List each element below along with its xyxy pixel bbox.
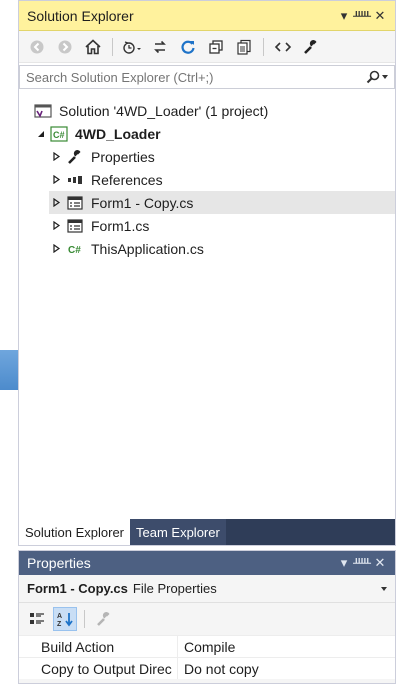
solution-tree: Solution '4WD_Loader' (1 project) C# 4WD…	[19, 89, 395, 260]
close-icon[interactable]: ✕	[371, 555, 389, 571]
toolbar-separator	[84, 610, 85, 628]
tree-node-solution[interactable]: Solution '4WD_Loader' (1 project)	[33, 99, 395, 122]
solution-explorer-toolbar	[19, 31, 395, 63]
window-position-dropdown[interactable]: ▾	[335, 555, 353, 571]
expanded-arrow-icon[interactable]	[33, 130, 49, 138]
tree-item-label: ThisApplication.cs	[91, 240, 204, 257]
collapse-all-icon[interactable]	[204, 35, 228, 59]
back-icon[interactable]	[25, 35, 49, 59]
solution-explorer-title: Solution Explorer	[27, 7, 134, 24]
collapsed-arrow-icon[interactable]	[49, 152, 65, 161]
tree-item-selected[interactable]: Form1 - Copy.cs	[49, 191, 395, 214]
toolbar-separator	[263, 37, 264, 56]
solution-icon	[33, 103, 53, 119]
properties-titlebar: Properties ▾ ᚊ ✕	[19, 551, 395, 575]
search-icon	[366, 70, 380, 84]
wrench-icon	[65, 149, 85, 165]
tree-item[interactable]: Form1.cs	[49, 214, 395, 237]
solution-explorer-panel: Solution Explorer ▾ ᚊ ✕ Search Solution …	[18, 0, 396, 546]
toolbar-separator	[112, 37, 113, 56]
search-options[interactable]	[362, 70, 388, 84]
properties-panel: Properties ▾ ᚊ ✕ Form1 - Copy.cs File Pr…	[18, 550, 396, 684]
collapsed-arrow-icon[interactable]	[49, 244, 65, 253]
tree-node-project[interactable]: C# 4WD_Loader	[33, 122, 395, 145]
collapsed-arrow-icon[interactable]	[49, 221, 65, 230]
svg-text:Z: Z	[57, 621, 62, 627]
property-pages-wrench-icon[interactable]	[92, 607, 116, 631]
object-type: File Properties	[132, 581, 217, 596]
form-icon	[65, 218, 85, 234]
references-icon	[65, 172, 85, 188]
tree-item[interactable]: References	[49, 168, 395, 191]
csharp-project-icon: C#	[49, 125, 69, 142]
auto-hide-pin-icon[interactable]: ᚊ	[353, 555, 371, 571]
solution-label: Solution '4WD_Loader' (1 project)	[59, 102, 269, 119]
pending-changes-filter-icon[interactable]	[120, 35, 144, 59]
search-input[interactable]	[26, 69, 362, 85]
property-value[interactable]: Do not copy	[177, 658, 395, 679]
search-box	[19, 65, 395, 89]
properties-title: Properties	[27, 555, 91, 571]
svg-text:A: A	[57, 613, 62, 620]
property-row[interactable]: Copy to Output Direc Do not copy	[19, 657, 395, 679]
tree-item[interactable]: Properties	[49, 145, 395, 168]
property-name: Copy to Output Direc	[41, 660, 172, 677]
svg-text:C#: C#	[68, 245, 81, 256]
property-value[interactable]: Compile	[177, 636, 395, 657]
property-row[interactable]: Build Action Compile	[19, 635, 395, 657]
tree-item-label: Form1 - Copy.cs	[91, 194, 194, 211]
solution-explorer-titlebar: Solution Explorer ▾ ᚊ ✕	[19, 1, 395, 31]
tool-window-tabs: Solution Explorer Team Explorer	[19, 519, 395, 545]
tree-item-label: Form1.cs	[91, 217, 150, 234]
form-icon	[65, 195, 85, 211]
property-name: Build Action	[41, 638, 115, 655]
chevron-down-icon	[381, 586, 387, 591]
object-name: Form1 - Copy.cs	[27, 581, 128, 596]
home-icon[interactable]	[81, 35, 105, 59]
tree-item-label: References	[91, 171, 163, 188]
collapsed-arrow-icon[interactable]	[49, 175, 65, 184]
tree-item[interactable]: C# ThisApplication.cs	[49, 237, 395, 260]
properties-wrench-icon[interactable]	[299, 35, 323, 59]
auto-hide-pin-icon[interactable]: ᚊ	[353, 8, 371, 24]
sync-with-active-document-icon[interactable]	[148, 35, 172, 59]
collapsed-arrow-icon[interactable]	[49, 198, 65, 207]
properties-toolbar: AZ	[19, 603, 395, 635]
alphabetical-sort-icon[interactable]: AZ	[53, 607, 77, 631]
categorized-icon[interactable]	[25, 607, 49, 631]
tab-team-explorer[interactable]: Team Explorer	[130, 519, 226, 545]
svg-text:C#: C#	[53, 130, 65, 140]
window-position-dropdown[interactable]: ▾	[335, 8, 353, 24]
view-code-icon[interactable]	[271, 35, 295, 59]
tab-solution-explorer[interactable]: Solution Explorer	[19, 519, 130, 545]
forward-icon[interactable]	[53, 35, 77, 59]
csharp-file-icon: C#	[65, 241, 85, 257]
show-all-files-icon[interactable]	[232, 35, 256, 59]
chevron-down-icon	[382, 75, 388, 79]
object-selector[interactable]: Form1 - Copy.cs File Properties	[19, 575, 395, 603]
refresh-icon[interactable]	[176, 35, 200, 59]
tree-item-label: Properties	[91, 148, 155, 165]
project-label: 4WD_Loader	[75, 125, 161, 142]
close-icon[interactable]: ✕	[371, 8, 389, 24]
